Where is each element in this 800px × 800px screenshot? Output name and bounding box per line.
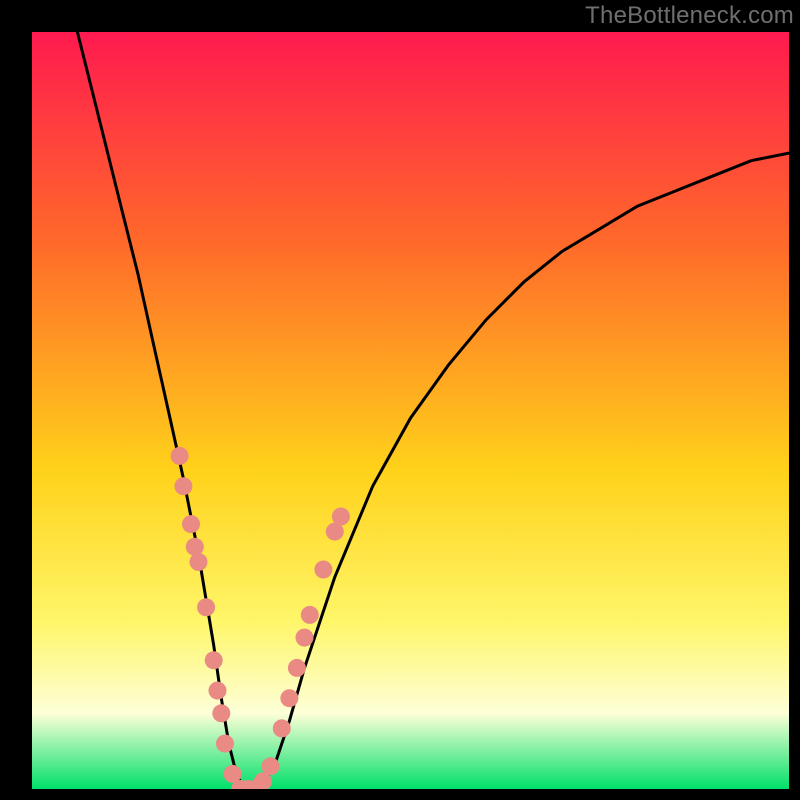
curve-marker <box>332 508 350 526</box>
curve-marker <box>262 757 280 775</box>
curve-marker <box>301 606 319 624</box>
curve-marker <box>190 553 208 571</box>
curve-marker <box>205 651 223 669</box>
curve-marker <box>314 561 332 579</box>
curve-marker <box>288 659 306 677</box>
gradient-background <box>32 32 789 789</box>
curve-marker <box>186 538 204 556</box>
chart-frame: TheBottleneck.com <box>0 0 800 800</box>
watermark-text: TheBottleneck.com <box>585 2 794 30</box>
curve-marker <box>273 719 291 737</box>
curve-marker <box>296 629 314 647</box>
curve-marker <box>280 689 298 707</box>
curve-marker <box>197 598 215 616</box>
curve-marker <box>212 704 230 722</box>
curve-marker <box>216 735 234 753</box>
curve-marker <box>209 682 227 700</box>
curve-marker <box>171 447 189 465</box>
curve-marker <box>182 515 200 533</box>
curve-marker <box>174 477 192 495</box>
bottleneck-chart <box>32 32 789 789</box>
